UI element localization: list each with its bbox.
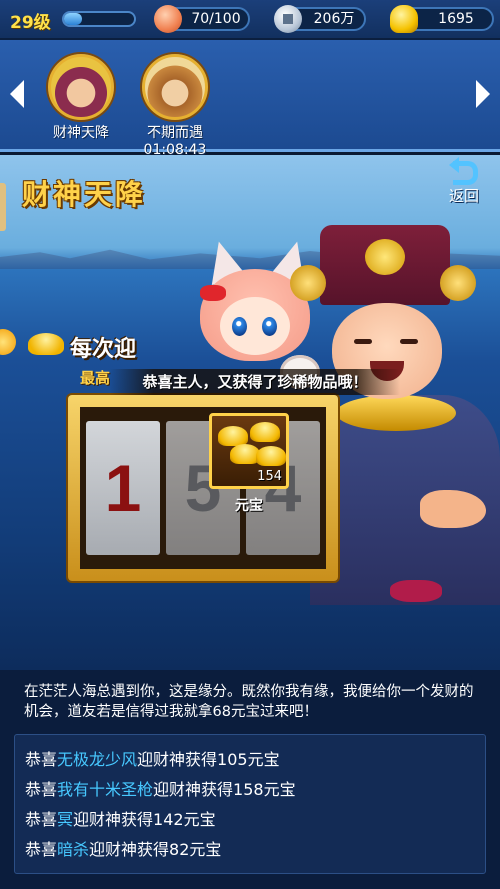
side-drawer-handle[interactable] bbox=[0, 183, 6, 231]
gold-ingot-icon bbox=[390, 5, 418, 33]
xp-fill bbox=[64, 13, 82, 25]
silver-coin-icon bbox=[274, 5, 302, 33]
activity-caishen-tianjiang[interactable]: 财神天降 bbox=[36, 54, 126, 142]
reward-count: 154 bbox=[257, 469, 282, 484]
log-suffix: 迎财神获得142元宝 bbox=[73, 810, 216, 829]
log-suffix: 迎财神获得82元宝 bbox=[89, 840, 222, 859]
activity-strip: 财神天降 不期而遇 01:08:43 bbox=[0, 40, 500, 158]
event-scene: 财神天降 返回 每次迎 最高 1 5 4 恭喜主人，又获得了珍稀物品哦！ bbox=[0, 155, 500, 670]
activity-label: 不期而遇 bbox=[147, 125, 203, 141]
player-name: 暗杀 bbox=[57, 840, 90, 859]
congrats-message: 恭喜主人，又获得了珍稀物品哦！ bbox=[110, 369, 400, 395]
prize-banner: 每次迎 bbox=[20, 327, 200, 367]
scroll-left-arrow-icon[interactable] bbox=[4, 72, 30, 116]
slot-reel: 1 bbox=[86, 421, 160, 555]
monkey-king-portrait-icon bbox=[142, 54, 208, 120]
activity-label: 财神天降 bbox=[53, 125, 109, 141]
peach-icon bbox=[154, 5, 182, 33]
player-name: 冥 bbox=[57, 810, 74, 829]
return-arrow-icon bbox=[449, 157, 479, 185]
reward-item[interactable]: 154 元宝 bbox=[206, 413, 292, 515]
player-name: 无极龙少风 bbox=[57, 750, 138, 769]
gold-ingot-icon bbox=[256, 446, 286, 466]
gold-counter[interactable]: 1695 bbox=[390, 5, 494, 33]
info-panel: 在茫茫人海总遇到你，这是缘分。既然你我有缘，我便给你一个发财的机会，道友若是信得… bbox=[0, 670, 500, 889]
gold-ingot-icon bbox=[250, 422, 280, 442]
stamina-counter[interactable]: 70/100 bbox=[154, 5, 250, 33]
side-coin-icon[interactable] bbox=[0, 329, 16, 355]
max-label: 最高 bbox=[80, 369, 111, 387]
reward-log: 恭喜无极龙少风迎财神获得105元宝 恭喜我有十米圣枪迎财神获得158元宝 恭喜冥… bbox=[14, 734, 486, 874]
log-suffix: 迎财神获得158元宝 bbox=[153, 780, 296, 799]
status-bar: 29级 70/100 206万 1695 bbox=[0, 0, 500, 40]
xp-bar bbox=[62, 11, 136, 27]
reward-icon-frame: 154 bbox=[209, 413, 289, 489]
gold-ingot-icon bbox=[28, 333, 64, 355]
player-name: 我有十米圣枪 bbox=[57, 780, 154, 799]
reward-label: 元宝 bbox=[235, 498, 263, 514]
god-of-wealth-portrait-icon bbox=[48, 54, 114, 120]
list-item: 恭喜暗杀迎财神获得82元宝 bbox=[25, 835, 475, 865]
player-level: 29级 bbox=[10, 13, 51, 33]
scroll-right-arrow-icon[interactable] bbox=[470, 72, 496, 116]
log-prefix: 恭喜 bbox=[25, 810, 58, 829]
slot-machine: 1 5 4 bbox=[68, 395, 338, 581]
intro-text: 在茫茫人海总遇到你，这是缘分。既然你我有缘，我便给你一个发财的机会，道友若是信得… bbox=[24, 684, 474, 720]
list-item: 恭喜我有十米圣枪迎财神获得158元宝 bbox=[25, 775, 475, 805]
log-suffix: 迎财神获得105元宝 bbox=[137, 750, 280, 769]
silver-value: 206万 bbox=[313, 11, 355, 27]
stamina-value: 70/100 bbox=[191, 11, 241, 27]
silver-counter[interactable]: 206万 bbox=[274, 5, 366, 33]
list-item: 恭喜冥迎财神获得142元宝 bbox=[25, 805, 475, 835]
back-label: 返回 bbox=[448, 187, 479, 205]
gold-ingot-icon bbox=[218, 426, 248, 446]
gold-value: 1695 bbox=[438, 11, 474, 27]
log-prefix: 恭喜 bbox=[25, 750, 58, 769]
page-title: 财神天降 bbox=[22, 178, 147, 211]
back-button[interactable]: 返回 bbox=[442, 157, 486, 209]
log-prefix: 恭喜 bbox=[25, 840, 58, 859]
log-prefix: 恭喜 bbox=[25, 780, 58, 799]
activity-buqi-eryu[interactable]: 不期而遇 01:08:43 bbox=[130, 54, 220, 158]
list-item: 恭喜无极龙少风迎财神获得105元宝 bbox=[25, 745, 475, 775]
prize-banner-text: 每次迎 bbox=[70, 337, 137, 362]
